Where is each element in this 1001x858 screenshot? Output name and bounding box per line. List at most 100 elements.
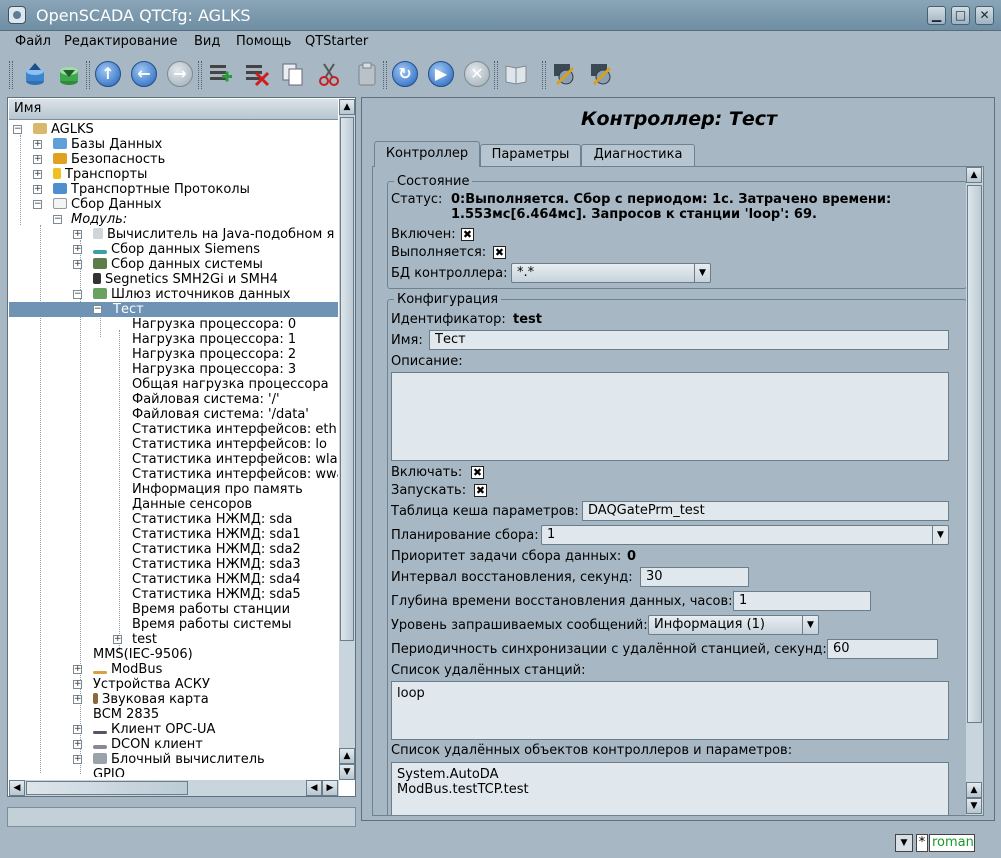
- tree-item[interactable]: Segnetics SMH2Gi и SMH4: [93, 272, 278, 287]
- name-input[interactable]: Тест: [429, 330, 949, 350]
- tree-item[interactable]: Статистика НЖМД: sda1: [132, 527, 301, 542]
- scroll-down-icon[interactable]: ▼: [339, 764, 355, 780]
- close-window-button[interactable]: ✕: [975, 6, 994, 25]
- cut-icon[interactable]: [316, 61, 342, 87]
- scroll-down-icon[interactable]: ▼: [966, 798, 982, 814]
- start-icon[interactable]: ▶: [428, 61, 454, 87]
- to-enable-checkbox[interactable]: ✖: [471, 466, 484, 479]
- add-item-icon[interactable]: [208, 61, 234, 87]
- stations-textarea[interactable]: loop: [391, 681, 949, 740]
- tree-item[interactable]: − Сбор Данных: [33, 197, 162, 212]
- scroll-up-icon[interactable]: ▲: [966, 167, 982, 183]
- expand-icon[interactable]: +: [73, 755, 82, 764]
- enabled-checkbox[interactable]: ✖: [461, 228, 474, 241]
- tab-controller[interactable]: Контроллер: [374, 141, 480, 167]
- menu-qtstarter[interactable]: QTStarter: [305, 34, 368, 49]
- message-level-select[interactable]: Информация (1) ▼: [648, 615, 819, 635]
- tree-item-aglks[interactable]: − AGLKS: [13, 122, 94, 137]
- restore-interval-input[interactable]: 30: [640, 567, 749, 587]
- paste-icon[interactable]: [354, 61, 380, 87]
- tree-item[interactable]: + Транспортные Протоколы: [33, 182, 250, 197]
- menu-edit[interactable]: Редактирование: [64, 34, 177, 49]
- tree-item[interactable]: Статистика НЖМД: sda: [132, 512, 292, 527]
- scroll-up-icon[interactable]: ▲: [339, 748, 355, 764]
- tree-item[interactable]: Статистика НЖМД: sda2: [132, 542, 301, 557]
- tree-item[interactable]: Информация про память: [132, 482, 303, 497]
- sync-period-input[interactable]: 60: [827, 639, 938, 659]
- collapse-icon[interactable]: −: [13, 125, 22, 134]
- tree-item[interactable]: Статистика НЖМД: sda4: [132, 572, 301, 587]
- tree-item[interactable]: Нагрузка процессора: 2: [132, 347, 296, 362]
- up-icon[interactable]: ↑: [95, 61, 121, 87]
- tree-vertical-scrollbar[interactable]: ▲ ▲ ▼: [339, 99, 355, 780]
- tree-item[interactable]: − Модуль:: [53, 212, 127, 227]
- tree-item[interactable]: + Сбор данных системы: [73, 257, 263, 272]
- copy-icon[interactable]: [280, 61, 306, 87]
- expand-icon[interactable]: +: [73, 230, 82, 239]
- tree-item-selected[interactable]: − Тест: [9, 302, 338, 317]
- remote-objects-textarea[interactable]: System.AutoDA ModBus.testTCP.test: [391, 762, 949, 815]
- tree-item[interactable]: Статистика интерфейсов: eth: [132, 422, 337, 437]
- tree-item[interactable]: Файловая система: '/data': [132, 407, 309, 422]
- collapse-icon[interactable]: −: [33, 200, 42, 209]
- scroll-left-icon[interactable]: ◀: [306, 780, 322, 796]
- tree-item[interactable]: + Базы Данных: [33, 137, 162, 152]
- tree-item[interactable]: Статистика НЖМД: sda5: [132, 587, 301, 602]
- navigation-tree[interactable]: − AGLKS + Базы Данных + Безопасность + Транс…: [9, 120, 338, 777]
- db-save-icon[interactable]: [56, 61, 82, 87]
- running-checkbox[interactable]: ✖: [493, 246, 506, 259]
- back-icon[interactable]: ←: [131, 61, 157, 87]
- scroll-thumb[interactable]: [340, 117, 354, 641]
- chevron-down-icon[interactable]: ▼: [932, 526, 948, 544]
- tree-item[interactable]: Нагрузка процессора: 1: [132, 332, 296, 347]
- expand-icon[interactable]: +: [33, 170, 42, 179]
- tree-item[interactable]: Общая нагрузка процессора: [132, 377, 329, 392]
- tree-item[interactable]: + test: [113, 632, 157, 647]
- chevron-down-icon[interactable]: ▼: [694, 264, 710, 282]
- tree-item[interactable]: MMS(IEC-9506): [93, 647, 193, 662]
- tree-item[interactable]: Данные сенсоров: [132, 497, 252, 512]
- tab-diagnostics[interactable]: Диагностика: [581, 144, 695, 166]
- tree-item[interactable]: Статистика интерфейсов: wla: [132, 452, 338, 467]
- tree-item[interactable]: BCM 2835: [93, 707, 159, 722]
- scroll-right-icon[interactable]: ▶: [322, 780, 338, 796]
- tree-item[interactable]: Файловая система: '/': [132, 392, 280, 407]
- expand-icon[interactable]: +: [73, 260, 82, 269]
- menu-file[interactable]: Файл: [15, 34, 51, 49]
- tree-item[interactable]: + Звуковая карта: [73, 692, 209, 707]
- tree-item[interactable]: Время работы системы: [132, 617, 291, 632]
- tree-item[interactable]: − Шлюз источников данных: [73, 287, 290, 302]
- tree-item[interactable]: GPIO: [93, 767, 125, 777]
- expand-icon[interactable]: +: [33, 185, 42, 194]
- expand-icon[interactable]: +: [33, 140, 42, 149]
- tree-item[interactable]: + Транспорты: [33, 167, 147, 182]
- description-textarea[interactable]: [391, 372, 949, 461]
- expand-icon[interactable]: +: [113, 635, 122, 644]
- expand-icon[interactable]: +: [73, 665, 82, 674]
- user-indicator[interactable]: roman: [929, 834, 975, 852]
- forward-icon[interactable]: →: [167, 61, 193, 87]
- tree-item[interactable]: Статистика интерфейсов: wwa: [132, 467, 338, 482]
- tree-item[interactable]: Нагрузка процессора: 0: [132, 317, 296, 332]
- tools-icon[interactable]: [552, 61, 578, 87]
- tree-item[interactable]: + Вычислитель на Java-подобном я: [73, 227, 334, 242]
- tree-item[interactable]: + Устройства АСКУ: [73, 677, 210, 692]
- to-start-checkbox[interactable]: ✖: [474, 484, 487, 497]
- menu-help[interactable]: Помощь: [236, 34, 291, 49]
- tree-item[interactable]: Нагрузка процессора: 3: [132, 362, 296, 377]
- tree-item[interactable]: + Клиент OPC-UA: [73, 722, 215, 737]
- scroll-thumb[interactable]: [26, 781, 188, 795]
- tree-item[interactable]: + DCON клиент: [73, 737, 203, 752]
- chevron-down-icon[interactable]: ▼: [895, 834, 913, 852]
- expand-icon[interactable]: +: [73, 680, 82, 689]
- collapse-icon[interactable]: −: [93, 305, 102, 314]
- tools-icon-2[interactable]: [589, 61, 615, 87]
- scroll-left-icon[interactable]: ◀: [9, 780, 25, 796]
- minimize-button[interactable]: ▁: [927, 6, 946, 25]
- delete-item-icon[interactable]: [244, 61, 270, 87]
- tree-item[interactable]: + Блочный вычислитель: [73, 752, 265, 767]
- scroll-thumb[interactable]: [967, 185, 982, 723]
- expand-icon[interactable]: +: [73, 245, 82, 254]
- tree-item[interactable]: Статистика НЖМД: sda3: [132, 557, 301, 572]
- scroll-up-icon[interactable]: ▲: [339, 99, 355, 115]
